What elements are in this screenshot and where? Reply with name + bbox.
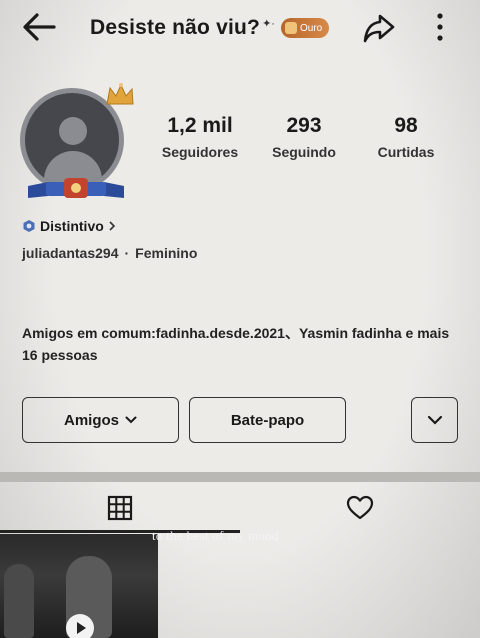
tab-videos-grid[interactable] xyxy=(0,482,240,534)
page-title: Desiste não viu? xyxy=(90,16,261,39)
friends-button-label: Amigos xyxy=(63,411,119,429)
chevron-right-icon xyxy=(109,221,115,231)
video-thumbnail[interactable] xyxy=(0,534,158,638)
hexagon-badge-icon xyxy=(23,220,35,232)
distintivo-link[interactable]: Distintivo xyxy=(22,218,116,234)
share-button[interactable] xyxy=(360,10,398,46)
content-tabs xyxy=(0,482,480,534)
chat-button[interactable]: Bate-papo xyxy=(189,397,346,443)
meta-separator: · xyxy=(124,245,130,261)
avatar-frame-ribbon-icon xyxy=(28,178,124,198)
chevron-down-icon xyxy=(125,416,137,424)
grid-icon xyxy=(107,495,133,521)
likes-count: 98 xyxy=(394,114,418,137)
gold-badge-label: Ouro xyxy=(299,22,323,34)
chevron-down-icon xyxy=(427,415,442,425)
gold-badge-icon xyxy=(284,22,297,34)
tab-liked[interactable] xyxy=(240,482,480,534)
expand-suggestions-button[interactable] xyxy=(411,397,458,443)
share-icon xyxy=(363,14,395,43)
section-divider xyxy=(0,472,480,482)
gender: Feminino xyxy=(135,245,198,261)
avatar-container[interactable] xyxy=(16,83,134,200)
more-options-button[interactable] xyxy=(425,10,455,46)
back-arrow-icon xyxy=(23,13,56,41)
video-caption-overlay: to the best of my mood xyxy=(152,528,279,543)
sparkle-decoration: ✦· xyxy=(262,17,275,30)
distintivo-label: Distintivo xyxy=(40,218,104,234)
thumbnail-figure xyxy=(4,564,34,638)
profile-meta: juliadantas294 · Feminino xyxy=(22,245,197,261)
top-bar: Desiste não viu? ✦· Ouro xyxy=(0,0,480,56)
following-label: Seguindo xyxy=(272,144,336,160)
likes-stat[interactable]: 98 Curtidas xyxy=(362,114,450,160)
followers-count: 1,2 mil xyxy=(167,114,233,137)
friends-button[interactable]: Amigos xyxy=(22,397,179,443)
likes-label: Curtidas xyxy=(377,144,435,160)
followers-label: Seguidores xyxy=(161,144,239,160)
crown-icon xyxy=(106,83,134,105)
avatar-head-silhouette xyxy=(59,117,87,145)
username: juliadantas294 xyxy=(22,245,119,261)
play-icon xyxy=(66,614,94,638)
heart-icon xyxy=(346,495,374,520)
following-count: 293 xyxy=(286,114,322,137)
back-button[interactable] xyxy=(20,10,60,44)
gold-level-badge[interactable]: Ouro xyxy=(280,18,330,38)
more-vertical-icon xyxy=(437,13,443,41)
followers-stat[interactable]: 1,2 mil Seguidores xyxy=(150,114,250,160)
chat-button-label: Bate-papo xyxy=(230,411,305,429)
mutual-friends-text[interactable]: Amigos em comum:fadinha.desde.2021、Yasmi… xyxy=(22,322,462,366)
profile-title-group: Desiste não viu? ✦· Ouro xyxy=(90,12,330,44)
following-stat[interactable]: 293 Seguindo xyxy=(258,114,350,160)
